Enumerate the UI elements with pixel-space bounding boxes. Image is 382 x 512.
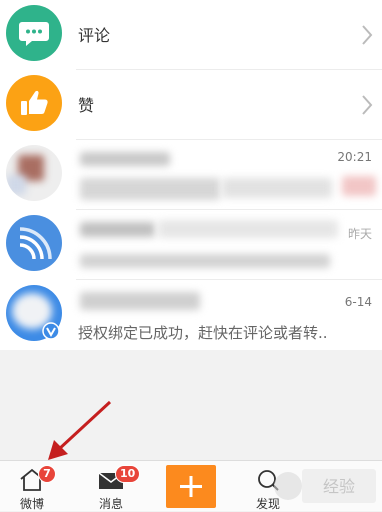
comment-avatar (6, 5, 62, 61)
badge: 7 (38, 465, 56, 483)
redacted-preview (342, 176, 376, 196)
svg-text:经验: 经验 (323, 477, 355, 496)
message-preview: 授权绑定已成功，赶快在评论或者转.. (78, 324, 328, 342)
redacted-preview (222, 178, 332, 198)
chevron-right-icon (362, 25, 373, 45)
annotation-arrow (48, 400, 112, 460)
message-time: 6-14 (344, 295, 372, 309)
message-time: 20:21 (337, 150, 372, 164)
compose-button[interactable] (166, 465, 216, 508)
comment-bubble-icon (19, 22, 49, 46)
likes-row[interactable]: 赞 (0, 70, 382, 140)
tab-label: 微博 (19, 497, 44, 511)
redacted-name (158, 220, 338, 238)
tab-weibo[interactable]: 7 微博 (2, 461, 62, 511)
message-item[interactable]: 20:21 (0, 140, 382, 210)
blue-avatar (6, 215, 62, 271)
message-list: 评论 赞 20:21 昨天 6-14 授权绑定已成功，赶快在评论或者转.. (0, 0, 382, 350)
redacted-preview (80, 178, 220, 200)
verified-badge-icon (42, 322, 60, 340)
message-time: 昨天 (347, 227, 372, 241)
likes-label: 赞 (78, 96, 95, 115)
badge: 10 (115, 465, 141, 483)
redacted-name (80, 152, 170, 166)
avatar (6, 145, 62, 201)
tab-bar: 7 微博 10 消息 发现 经验 (0, 460, 382, 511)
tab-label: 消息 (98, 497, 123, 511)
signal-waves-icon (19, 227, 52, 260)
thumbs-up-icon (21, 90, 48, 115)
tab-messages[interactable]: 10 消息 (81, 461, 141, 511)
redacted-preview (80, 254, 330, 268)
like-avatar (6, 75, 62, 131)
message-item[interactable]: 昨天 (0, 210, 382, 280)
redacted-name (80, 222, 155, 237)
redacted-name (80, 292, 200, 310)
baidu-jingyan-watermark: 经验 (274, 469, 376, 503)
comments-row[interactable]: 评论 (0, 0, 382, 70)
comments-label: 评论 (78, 26, 111, 45)
message-item[interactable]: 6-14 授权绑定已成功，赶快在评论或者转.. (0, 280, 382, 350)
plus-icon (180, 476, 202, 497)
chevron-right-icon (362, 95, 373, 115)
